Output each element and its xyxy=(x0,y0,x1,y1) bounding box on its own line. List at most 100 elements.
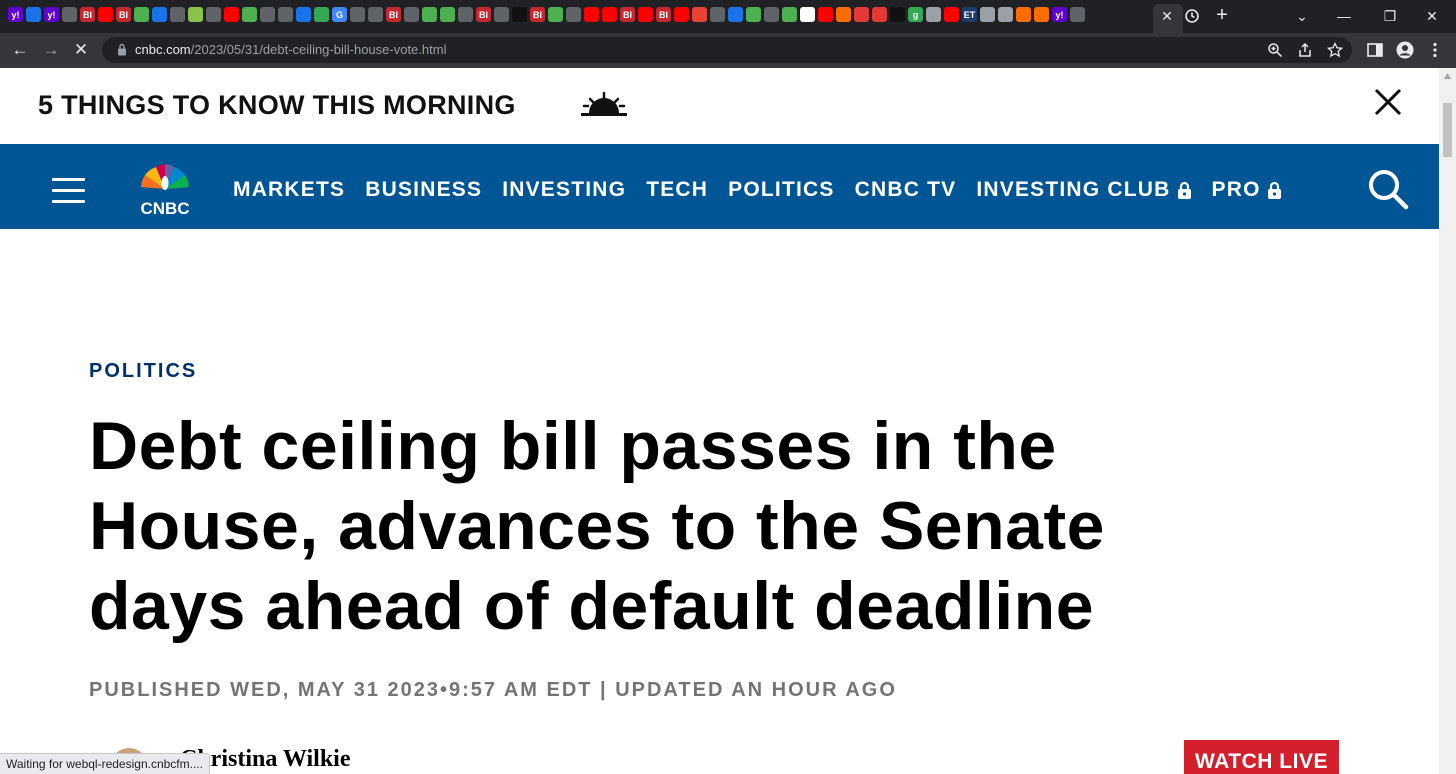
play-icon[interactable] xyxy=(242,7,257,22)
promo-banner[interactable]: 5 THINGS TO KNOW THIS MORNING xyxy=(0,68,1439,144)
search-icon[interactable] xyxy=(1366,167,1410,211)
nav-link-markets[interactable]: MARKETS xyxy=(233,178,345,202)
paper-icon[interactable] xyxy=(350,7,365,22)
watch-live-button[interactable]: WATCH LIVE xyxy=(1184,740,1339,774)
yahoo-icon[interactable]: y! xyxy=(44,7,59,22)
doc-icon[interactable] xyxy=(314,7,329,22)
business-insider-icon[interactable]: BI xyxy=(656,7,671,22)
new-tab-button[interactable]: + xyxy=(1213,5,1231,25)
dark-icon[interactable] xyxy=(890,7,905,22)
cnbc-logo[interactable]: CNBC xyxy=(125,156,205,216)
business-insider-icon[interactable]: BI xyxy=(620,7,635,22)
youtube-icon[interactable] xyxy=(98,7,113,22)
business-insider-icon[interactable]: BI xyxy=(386,7,401,22)
tab-favicon-list[interactable]: y! y! BI BI G BI BI BI BI BI g ET y! xyxy=(8,7,1085,22)
podcast-icon[interactable] xyxy=(854,7,869,22)
play-icon[interactable] xyxy=(782,7,797,22)
play-icon[interactable] xyxy=(548,7,563,22)
nav-link-tech[interactable]: TECH xyxy=(646,178,708,202)
shield-icon[interactable] xyxy=(152,7,167,22)
g-icon[interactable]: g xyxy=(908,7,923,22)
tab-search-icon[interactable]: ⌄ xyxy=(1292,6,1312,26)
globe-icon[interactable] xyxy=(764,7,779,22)
menu-dots-icon[interactable] xyxy=(1426,41,1444,59)
tab-close-icon[interactable]: ✕ xyxy=(1160,8,1174,24)
paper-icon[interactable] xyxy=(62,7,77,22)
bookmark-icon[interactable] xyxy=(1016,7,1031,22)
play-icon[interactable] xyxy=(134,7,149,22)
play-icon[interactable] xyxy=(746,7,761,22)
stop-loading-button[interactable]: ✕ xyxy=(70,40,92,60)
nav-link-investing[interactable]: INVESTING xyxy=(502,178,626,202)
search-icon[interactable] xyxy=(728,7,743,22)
scrollbar-thumb[interactable] xyxy=(1443,103,1452,157)
close-icon[interactable] xyxy=(1372,86,1404,118)
et-icon[interactable]: ET xyxy=(962,7,977,22)
close-window-button[interactable]: ✕ xyxy=(1422,6,1442,26)
play-icon[interactable] xyxy=(278,7,293,22)
youtube-icon[interactable] xyxy=(584,7,599,22)
search-icon[interactable] xyxy=(296,7,311,22)
youtube-icon[interactable] xyxy=(944,7,959,22)
paper-icon[interactable] xyxy=(1070,7,1085,22)
zoom-icon[interactable] xyxy=(1267,42,1283,58)
business-insider-icon[interactable]: BI xyxy=(530,7,545,22)
section-eyebrow-link[interactable]: POLITICS xyxy=(89,360,197,383)
avatar-icon[interactable] xyxy=(998,7,1013,22)
youtube-icon[interactable] xyxy=(674,7,689,22)
play-icon[interactable] xyxy=(440,7,455,22)
profile-icon[interactable] xyxy=(1396,41,1414,59)
nav-link-business[interactable]: BUSINESS xyxy=(365,178,482,202)
youtube-icon[interactable] xyxy=(818,7,833,22)
business-insider-icon[interactable]: BI xyxy=(80,7,95,22)
scroll-up-arrow-icon[interactable] xyxy=(1443,72,1452,80)
bookmark-star-icon[interactable] xyxy=(1327,42,1343,58)
nav-link-politics[interactable]: POLITICS xyxy=(728,178,834,202)
play-icon[interactable] xyxy=(422,7,437,22)
url-host: cnbc.com xyxy=(135,42,191,57)
wsj-icon[interactable] xyxy=(800,7,815,22)
shield-icon[interactable] xyxy=(26,7,41,22)
forward-button[interactable]: → xyxy=(40,40,62,60)
globe-icon[interactable] xyxy=(206,7,221,22)
avatar-icon[interactable] xyxy=(980,7,995,22)
restore-button[interactable]: ❐ xyxy=(1380,6,1400,26)
avatar-icon[interactable] xyxy=(926,7,941,22)
minimize-button[interactable]: — xyxy=(1334,6,1354,26)
globe-icon[interactable] xyxy=(260,7,275,22)
nav-link-pro[interactable]: PRO xyxy=(1212,178,1282,202)
back-button[interactable]: ← xyxy=(9,40,31,60)
nav-link-cnbc-tv[interactable]: CNBC TV xyxy=(855,178,957,202)
globe-icon[interactable] xyxy=(368,7,383,22)
podcast-icon[interactable] xyxy=(872,7,887,22)
youtube-icon[interactable] xyxy=(224,7,239,22)
history-icon[interactable] xyxy=(1184,8,1200,24)
bookmark-icon[interactable] xyxy=(836,7,851,22)
page-scrollbar[interactable] xyxy=(1439,68,1456,774)
news-icon[interactable] xyxy=(692,7,707,22)
map-icon[interactable] xyxy=(188,7,203,22)
side-panel-icon[interactable] xyxy=(1366,41,1384,59)
hamburger-menu-icon[interactable] xyxy=(52,178,85,204)
google-icon[interactable]: G xyxy=(332,7,347,22)
youtube-icon[interactable] xyxy=(638,7,653,22)
bookmark-icon[interactable] xyxy=(1034,7,1049,22)
article-headline: Debt ceiling bill passes in the House, a… xyxy=(89,408,1105,644)
youtube-icon[interactable] xyxy=(602,7,617,22)
share-icon[interactable] xyxy=(1297,42,1313,58)
yahoo-icon[interactable]: y! xyxy=(8,7,23,22)
play-icon[interactable] xyxy=(458,7,473,22)
play-icon[interactable] xyxy=(566,7,581,22)
play-icon[interactable] xyxy=(170,7,185,22)
business-insider-icon[interactable]: BI xyxy=(476,7,491,22)
dark-icon[interactable] xyxy=(512,7,527,22)
yahoo-icon[interactable]: y! xyxy=(1052,7,1067,22)
promo-text[interactable]: 5 THINGS TO KNOW THIS MORNING xyxy=(38,90,516,121)
url-text[interactable]: cnbc.com/2023/05/31/debt-ceiling-bill-ho… xyxy=(135,42,446,58)
globe-icon[interactable] xyxy=(710,7,725,22)
business-insider-icon[interactable]: BI xyxy=(116,7,131,22)
nav-link-investing-club[interactable]: INVESTING CLUB xyxy=(976,178,1191,202)
site-lock-icon[interactable] xyxy=(117,43,127,56)
paper-icon[interactable] xyxy=(404,7,419,22)
paper-icon[interactable] xyxy=(494,7,509,22)
